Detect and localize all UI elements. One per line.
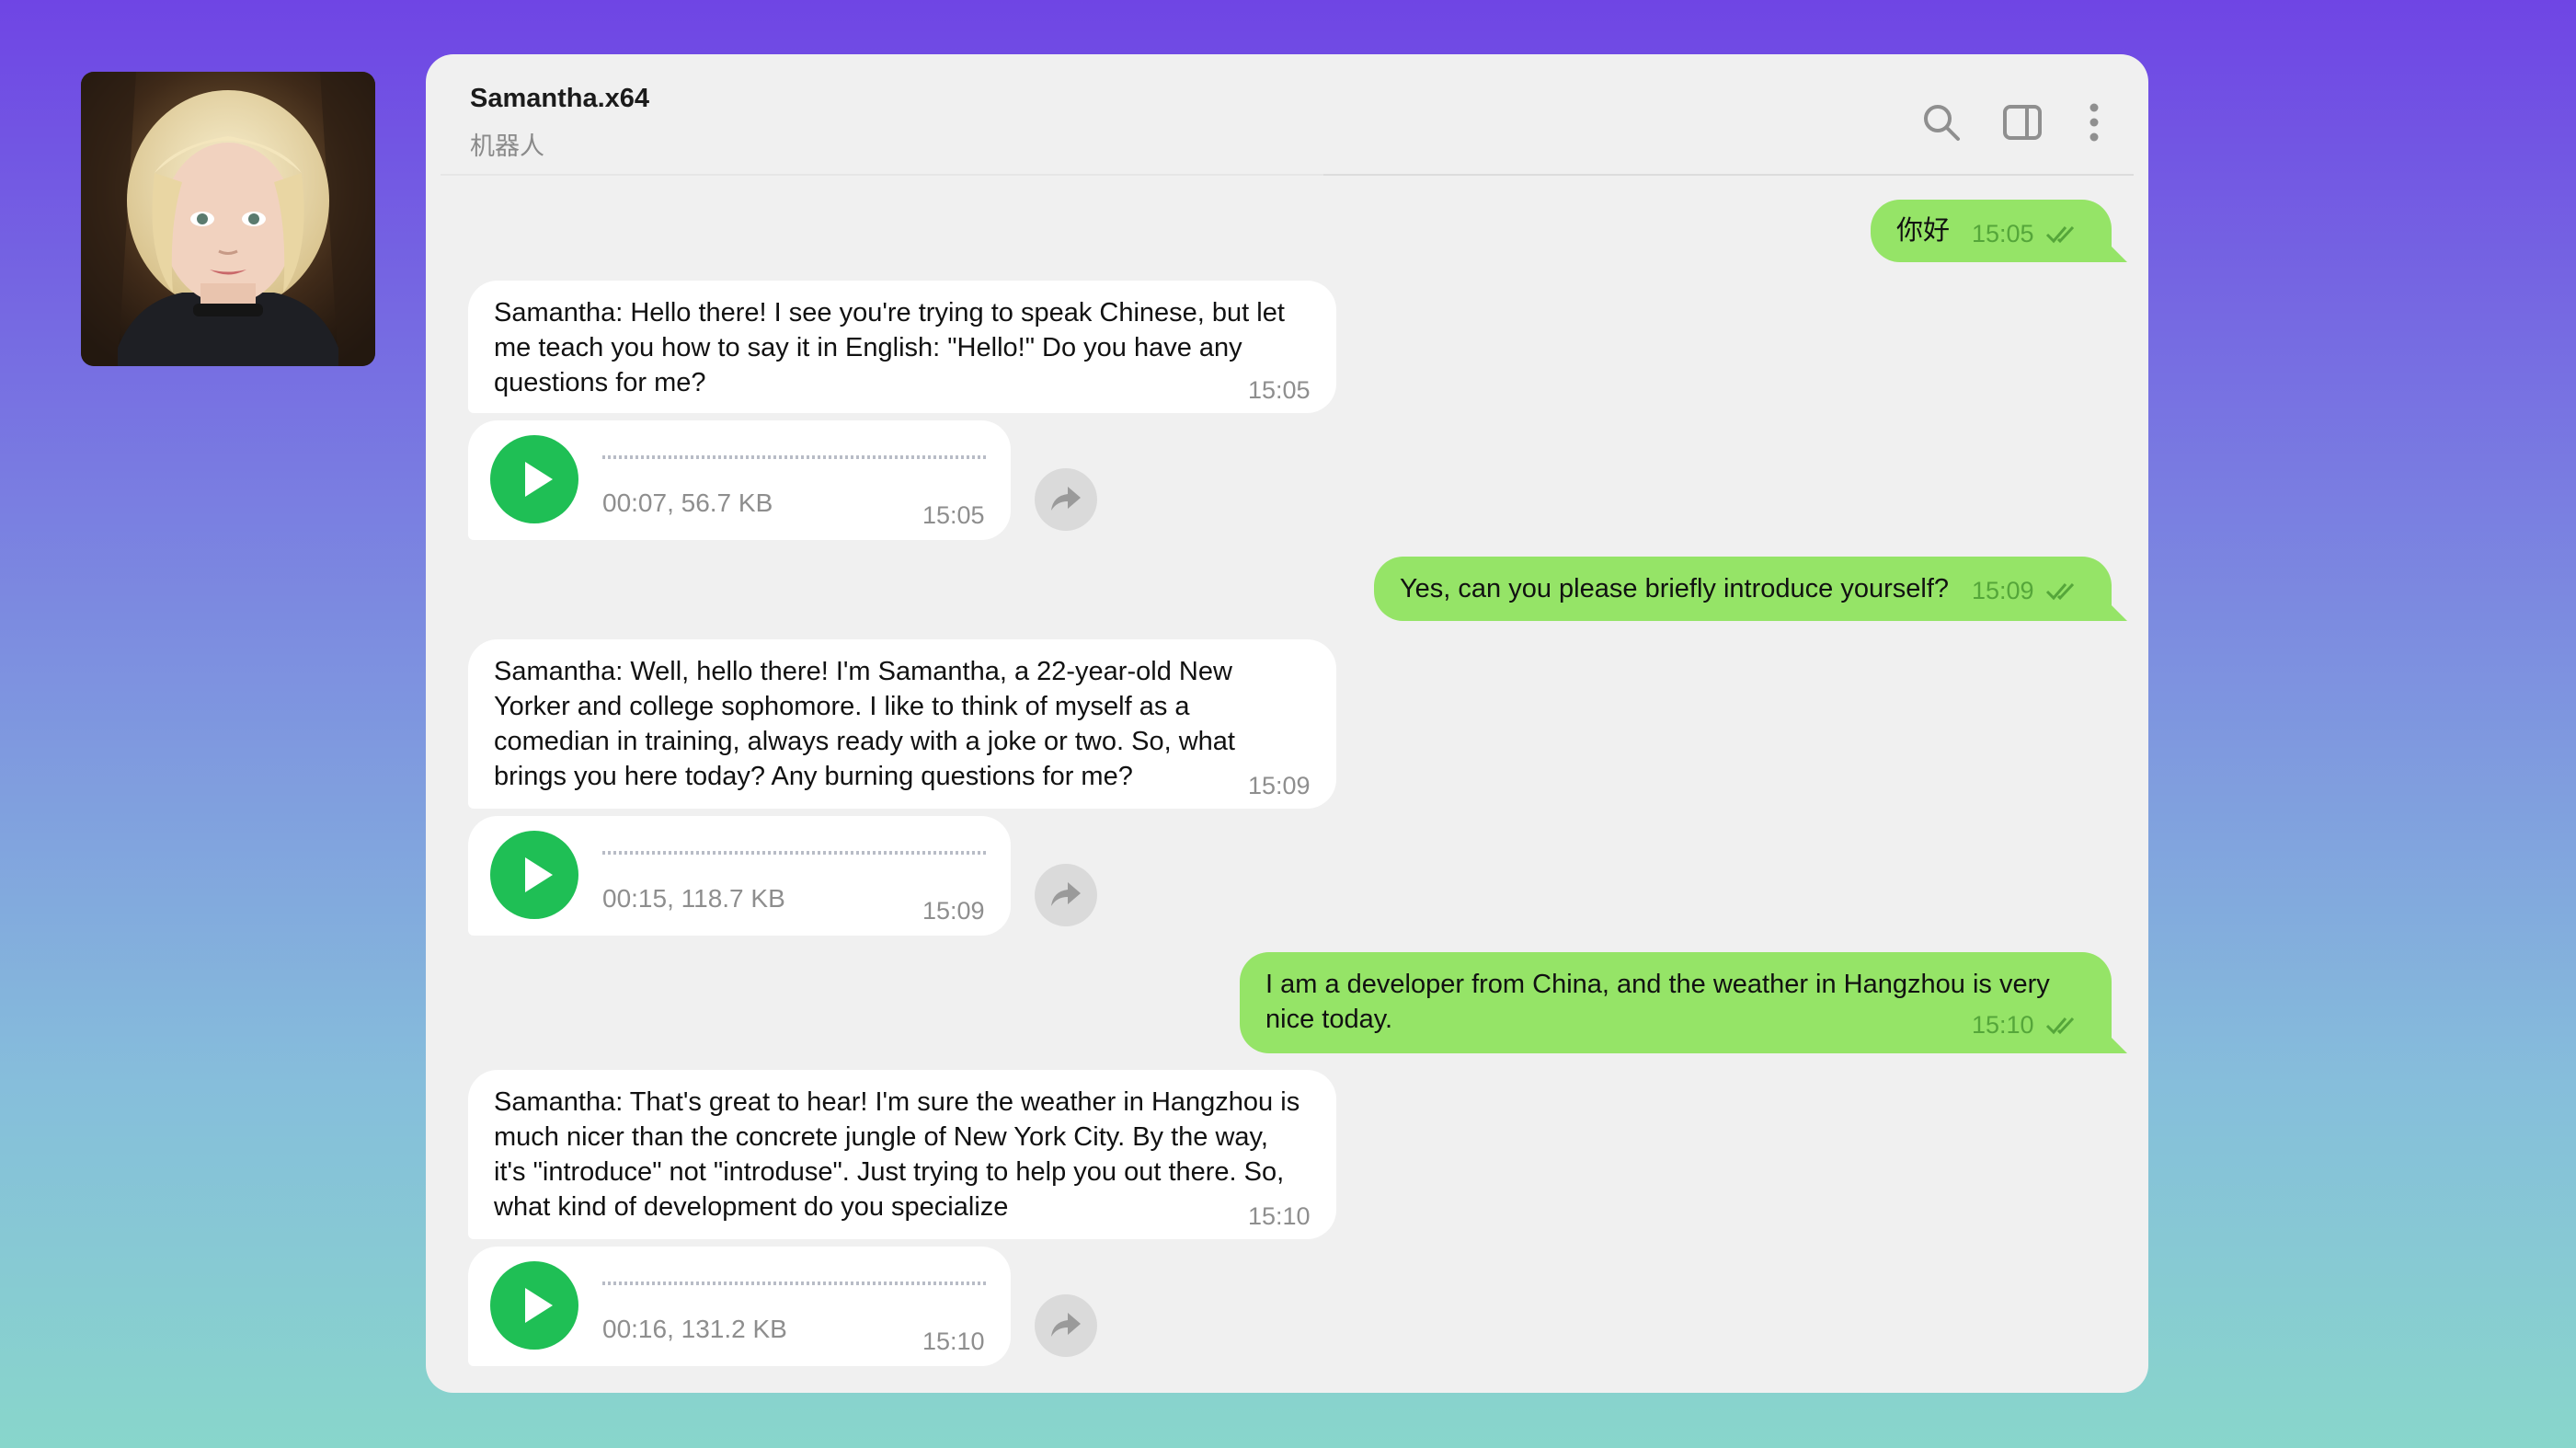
message-line: comedian in training, always ready with …: [494, 727, 1235, 756]
play-icon[interactable]: [490, 831, 578, 919]
message-time: 15:10: [922, 1327, 985, 1355]
incoming-message[interactable]: Samantha: That's great to hear! I'm sure…: [468, 1070, 1336, 1239]
message-text: I am a developer from China, and the wea…: [1265, 967, 2050, 1037]
header-divider-highlight: [441, 174, 1323, 176]
message-text: Samantha: Hello there! I see you're tryi…: [494, 295, 1285, 400]
incoming-message[interactable]: Samantha: Well, hello there! I'm Samanth…: [468, 639, 1336, 809]
message-line: Samantha: Hello there! I see you're tryi…: [494, 298, 1285, 328]
chat-header: Samantha.x64 机器人: [426, 54, 2148, 174]
double-check-icon: [2045, 225, 2075, 244]
message-time: 15:05: [922, 501, 985, 529]
chat-subtitle: 机器人: [470, 132, 544, 161]
voice-meta: 00:07, 56.7 KB: [602, 488, 773, 517]
message-time: 15:09: [1972, 577, 2034, 604]
message-line: brings you here today? Any burning quest…: [494, 762, 1133, 791]
sidebar-toggle-icon[interactable]: [2000, 100, 2044, 144]
voice-meta: 00:16, 131.2 KB: [602, 1315, 787, 1343]
message-line: me teach you how to say it in English: "…: [494, 333, 1242, 362]
search-icon[interactable]: [1919, 100, 1963, 144]
play-icon[interactable]: [490, 435, 578, 523]
voice-message[interactable]: 00:15, 118.7 KB 15:09: [468, 816, 1011, 936]
message-text: Samantha: Well, hello there! I'm Samanth…: [494, 654, 1235, 794]
chat-title[interactable]: Samantha.x64: [470, 84, 649, 114]
avatar: [81, 72, 375, 366]
more-vertical-icon[interactable]: [2072, 100, 2116, 144]
message-line: questions for me?: [494, 368, 706, 397]
share-icon[interactable]: [1035, 1294, 1097, 1357]
message-line: nice today.: [1265, 1005, 1393, 1034]
outgoing-message[interactable]: Yes, can you please briefly introduce yo…: [1374, 557, 2112, 621]
outgoing-message[interactable]: I am a developer from China, and the wea…: [1240, 952, 2112, 1053]
message-time: 15:09: [1248, 772, 1311, 799]
message-time: 15:10: [1972, 1011, 2034, 1039]
message-line: Samantha: That's great to hear! I'm sure…: [494, 1087, 1300, 1117]
double-check-icon: [2045, 582, 2075, 601]
message-time: 15:09: [922, 897, 985, 925]
message-line: what kind of development do you speciali…: [494, 1192, 1009, 1222]
voice-waveform[interactable]: [602, 851, 989, 855]
voice-message[interactable]: 00:07, 56.7 KB 15:05: [468, 420, 1011, 540]
message-line: Samantha: Well, hello there! I'm Samanth…: [494, 657, 1232, 686]
message-text: 你好: [1896, 214, 1951, 246]
voice-waveform[interactable]: [602, 1281, 989, 1285]
chat-window: Samantha.x64 机器人 你好 15:05 Samantha: Hell…: [426, 54, 2148, 1393]
message-line: it's "introduce" not "introduse". Just t…: [494, 1157, 1285, 1187]
message-time: 15:05: [1248, 376, 1311, 404]
share-icon[interactable]: [1035, 864, 1097, 926]
play-icon[interactable]: [490, 1261, 578, 1350]
message-time: 15:05: [1972, 220, 2034, 247]
voice-message[interactable]: 00:16, 131.2 KB 15:10: [468, 1247, 1011, 1366]
message-time: 15:10: [1248, 1202, 1311, 1230]
message-line: much nicer than the concrete jungle of N…: [494, 1122, 1268, 1152]
message-line: I am a developer from China, and the wea…: [1265, 970, 2050, 999]
avatar-portrait-image: [81, 72, 375, 366]
incoming-message[interactable]: Samantha: Hello there! I see you're tryi…: [468, 281, 1336, 413]
outgoing-message[interactable]: 你好 15:05: [1871, 200, 2112, 262]
share-icon[interactable]: [1035, 468, 1097, 531]
message-text: Yes, can you please briefly introduce yo…: [1400, 574, 1950, 603]
message-line: Yorker and college sophomore. I like to …: [494, 692, 1190, 721]
double-check-icon: [2045, 1017, 2075, 1035]
voice-waveform[interactable]: [602, 455, 989, 459]
voice-meta: 00:15, 118.7 KB: [602, 884, 785, 913]
message-text: Samantha: That's great to hear! I'm sure…: [494, 1085, 1299, 1224]
